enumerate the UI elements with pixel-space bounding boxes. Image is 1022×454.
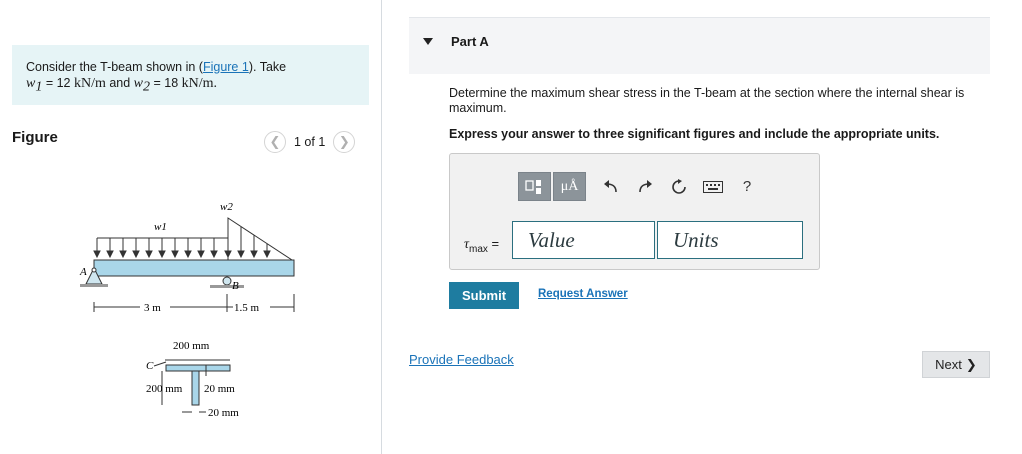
- column-divider: [381, 0, 382, 454]
- keyboard-icon[interactable]: [702, 176, 724, 198]
- flange-thickness-label: 20 mm: [204, 383, 235, 395]
- chevron-right-icon: ❯: [965, 356, 977, 372]
- units-button[interactable]: μÅ: [553, 172, 586, 201]
- span-2-label: 1.5 m: [234, 302, 260, 314]
- beam-figure: w1 w2 A B 3 m 1.5 m 200 mm C 200 mm 20 m…: [79, 201, 295, 419]
- label-b: B: [232, 280, 239, 292]
- help-icon[interactable]: ?: [736, 176, 758, 198]
- t-section-web: [191, 370, 200, 406]
- w1-label: w1: [154, 221, 167, 233]
- roller-support-b: [222, 276, 232, 286]
- tau-max-label: τmax =: [464, 236, 500, 255]
- span-1-label: 3 m: [144, 302, 161, 314]
- w2-label: w2: [220, 201, 233, 213]
- uniform-load-arrows: [93, 238, 218, 259]
- question-text: Determine the maximum shear stress in th…: [449, 86, 965, 115]
- template-icon[interactable]: [518, 172, 551, 201]
- chevron-right-icon[interactable]: ❯: [333, 131, 356, 153]
- pager-text: 1 of 1: [294, 135, 326, 149]
- answer-panel: μÅ ? τmax = Value Units: [449, 153, 820, 270]
- problem-line-2: w1 = 12 kN/m and w2 = 18 kN/m.: [26, 76, 218, 95]
- problem-statement: Consider the T-beam shown in (Figure 1).…: [12, 45, 369, 105]
- instruction-text: Express your answer to three significant…: [449, 127, 940, 141]
- triangular-load-arrows: [224, 218, 271, 259]
- flange-width-label: 200 mm: [173, 340, 210, 352]
- label-a: A: [79, 266, 87, 278]
- submit-button[interactable]: Submit: [449, 282, 519, 309]
- figure-title: Figure: [12, 129, 58, 146]
- label-c: C: [146, 360, 154, 372]
- chevron-left-icon[interactable]: ❮: [264, 131, 286, 153]
- figure-pager: ❮ 1 of 1 ❯: [264, 131, 356, 153]
- web-depth-label: 200 mm: [146, 383, 183, 395]
- figure-link[interactable]: Figure 1: [203, 60, 249, 74]
- web-thickness-label: 20 mm: [208, 407, 239, 419]
- part-a-header[interactable]: Part A: [409, 17, 990, 74]
- collapse-triangle-icon[interactable]: [423, 38, 433, 45]
- request-answer-link[interactable]: Request Answer: [538, 288, 628, 300]
- part-title: Part A: [451, 34, 489, 49]
- problem-line-1: Consider the T-beam shown in (Figure 1).…: [26, 60, 287, 74]
- provide-feedback-link[interactable]: Provide Feedback: [409, 352, 514, 367]
- next-button[interactable]: Next ❯: [922, 351, 990, 378]
- reset-icon[interactable]: [668, 176, 690, 198]
- units-input[interactable]: Units: [657, 221, 803, 259]
- redo-icon[interactable]: [634, 176, 656, 198]
- t-section-flange: [165, 364, 231, 372]
- undo-icon[interactable]: [600, 176, 622, 198]
- value-input[interactable]: Value: [512, 221, 655, 259]
- beam: [93, 259, 295, 277]
- math-toolbar: μÅ ?: [518, 172, 758, 201]
